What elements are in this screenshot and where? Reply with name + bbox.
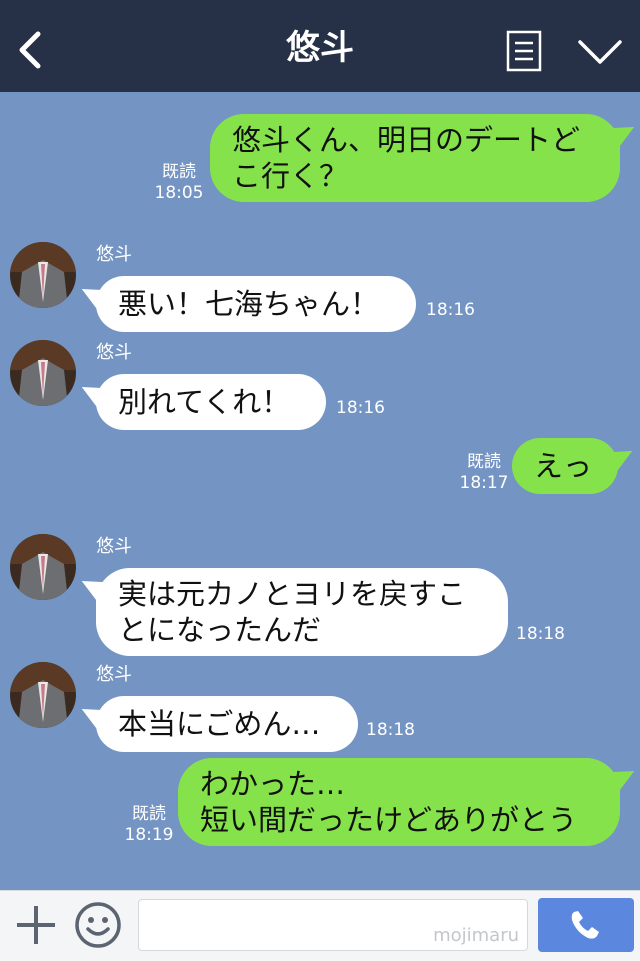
chevron-down-icon (578, 40, 622, 64)
back-arrow-icon (19, 31, 41, 69)
message-input[interactable]: mojimaru (138, 899, 528, 951)
smile-icon (75, 902, 121, 948)
sticker-button[interactable] (74, 901, 122, 949)
sender-name: 悠斗 (96, 536, 132, 557)
message-time: 18:16 (426, 300, 475, 320)
message-bubble-received[interactable]: 悪い！七海ちゃん！ (96, 276, 416, 332)
message-time: 18:18 (516, 624, 565, 644)
add-button[interactable] (14, 903, 58, 947)
phone-icon (571, 911, 599, 939)
sender-name: 悠斗 (96, 664, 132, 685)
message-bubble-sent[interactable]: わかった… 短い間だったけどありがとう (178, 758, 620, 846)
back-button[interactable] (14, 28, 50, 72)
read-status: 既読 18:17 (459, 452, 509, 493)
message-time: 18:16 (336, 398, 385, 418)
plus-icon (17, 906, 55, 944)
read-status: 既読 18:05 (154, 162, 204, 203)
message-bubble-received[interactable]: 実は元カノとヨリを戻すこ とになったんだ (96, 568, 508, 656)
menu-list-icon (506, 30, 542, 72)
message-bubble-sent[interactable]: 悠斗くん、明日のデートど こ行く？ (210, 114, 620, 202)
avatar[interactable] (10, 662, 76, 728)
message-time: 18:18 (366, 720, 415, 740)
call-button[interactable] (538, 898, 634, 952)
watermark: mojimaru (433, 925, 519, 946)
sender-name: 悠斗 (96, 244, 132, 265)
chat-title: 悠斗 (286, 28, 354, 68)
expand-button[interactable] (576, 36, 624, 68)
avatar[interactable] (10, 242, 76, 308)
chat-header: 悠斗 (0, 0, 640, 92)
avatar[interactable] (10, 340, 76, 406)
sender-name: 悠斗 (96, 342, 132, 363)
chat-area[interactable]: 既読 18:05 悠斗くん、明日のデートど こ行く？ 悠斗 悪い！七海ちゃん！ … (0, 92, 640, 890)
input-bar: mojimaru (0, 890, 640, 961)
menu-button[interactable] (506, 30, 542, 72)
avatar[interactable] (10, 534, 76, 600)
read-status: 既読 18:19 (124, 804, 174, 845)
message-bubble-received[interactable]: 本当にごめん… (96, 696, 358, 752)
message-bubble-received[interactable]: 別れてくれ！ (96, 374, 326, 430)
message-bubble-sent[interactable]: えっ (512, 438, 618, 494)
